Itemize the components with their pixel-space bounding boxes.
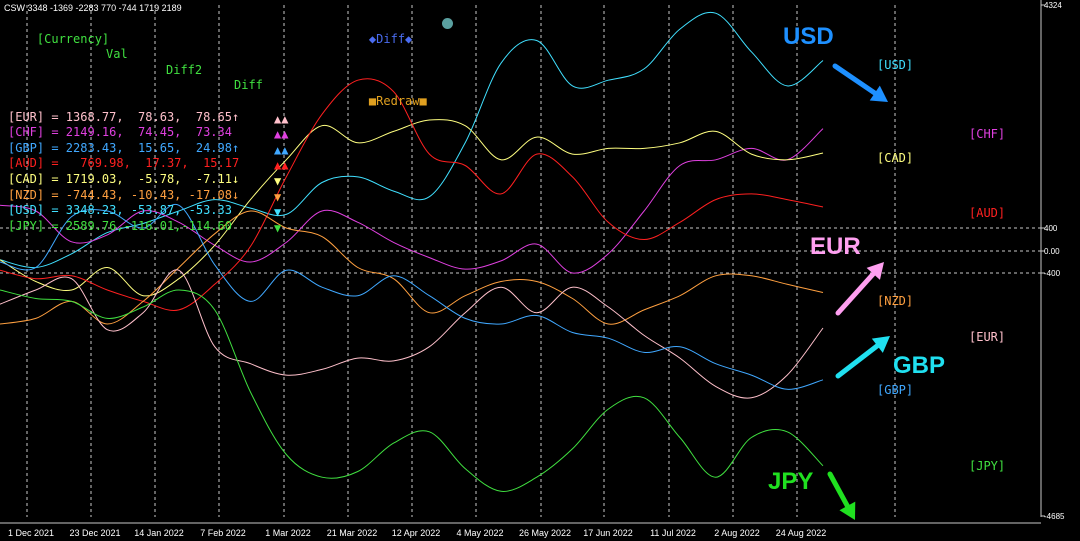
triangle-up-icon: ▲▲ <box>274 111 289 126</box>
annotation-arrow-gbp <box>835 343 880 379</box>
diff-button[interactable]: Diff <box>376 32 405 46</box>
legend-header-val: Val <box>106 47 128 62</box>
triangle-up-icon: ▲▲ <box>274 142 289 157</box>
triangle-down-icon: ▼ <box>274 220 282 235</box>
x-tick-label: 2 Aug 2022 <box>714 528 760 538</box>
right-label-cad: [CAD] <box>877 151 913 165</box>
triangle-down-icon: ▼ <box>274 173 282 188</box>
triangle-down-icon: ▼ <box>274 189 282 204</box>
right-label-gbp: [GBP] <box>877 383 913 397</box>
legend-row-text: [NZD] = -744.43, -10.43, -17.08 <box>8 187 232 202</box>
legend-row-text: [GBP] = 2283.43, 15.65, 24.98 <box>8 140 232 155</box>
overlay-layer: [USD] [CHF] [CAD] [AUD] [NZD] [EUR] [GBP] [JPY]… <box>768 23 1005 520</box>
diff-right-diamond-icon[interactable]: ◆ <box>405 32 412 46</box>
x-tick-label: 7 Feb 2022 <box>200 528 246 538</box>
y-tick-label: 4324 <box>1044 1 1062 10</box>
x-tick-label: 12 Apr 2022 <box>392 528 441 538</box>
x-tick-label: 11 Jul 2022 <box>650 528 696 538</box>
annotation-arrow-eur <box>835 271 876 316</box>
legend-row: [JPY] = 2589.76,-116.01,-114.60 ▼ <box>8 218 281 235</box>
legend-row: [CAD] = 1719.03, -5.78, -7.11↓ ▼ <box>8 171 281 188</box>
legend-row: [EUR] = 1368.77, 78.63, 78.65↑ ▲▲ <box>8 109 288 126</box>
legend-panel: [Currency] Val Diff2 Diff [EUR] = 1368.7… <box>8 16 288 235</box>
annotation-eur: EUR <box>810 233 861 260</box>
legend-row-text: [CAD] = 1719.03, -5.78, -7.11 <box>8 171 232 186</box>
triangle-up-icon: ▲▲ <box>274 127 289 142</box>
legend-row: [NZD] = -744.43, -10.43, -17.08↓ ▼ <box>8 187 281 204</box>
down-arrow-icon: ↓ <box>231 187 240 202</box>
legend-row-text: [CHF] = 2149.16, 74.45, 73.34 <box>8 125 232 140</box>
annotation-arrow-usd <box>832 63 878 96</box>
legend-rows: [EUR] = 1368.77, 78.63, 78.65↑ ▲▲ [CHF] = … <box>8 109 288 235</box>
legend-row-text: [USD] = 3348.23, -53.87, -53.33 <box>8 203 232 218</box>
x-tick-label: 23 Dec 2021 <box>69 528 120 538</box>
right-label-jpy: [JPY] <box>969 459 1005 473</box>
legend-row-text: [JPY] = 2589.76,-116.01,-114.60 <box>8 218 232 233</box>
x-tick-label: 14 Jan 2022 <box>134 528 184 538</box>
legend-header-diff: Diff <box>234 78 263 93</box>
legend-row-text: [AUD] = 769.98, 17.37, 15.17 <box>8 156 240 171</box>
up-arrow-icon: ↑ <box>231 109 240 124</box>
redraw-right-square-icon[interactable]: ■ <box>420 94 427 108</box>
triangle-up-icon: ▲▲ <box>274 158 289 173</box>
right-label-usd: [USD] <box>877 58 913 72</box>
x-tick-label: 26 May 2022 <box>519 528 571 538</box>
annotation-jpy: JPY <box>768 468 813 495</box>
redraw-button[interactable]: Redraw <box>376 94 419 108</box>
right-label-eur: [EUR] <box>969 330 1005 344</box>
x-tick-label: 17 Jun 2022 <box>583 528 633 538</box>
annotation-gbp: GBP <box>893 352 945 379</box>
circle-button[interactable] <box>442 18 453 29</box>
toolbar: ◆Diff◆ ■Redraw■ <box>340 16 453 125</box>
legend-row: [USD] = 3348.23, -53.87, -53.33 ▼ <box>8 203 281 219</box>
legend-row: [AUD] = 769.98, 17.37, 15.17 ▲▲ <box>8 156 288 172</box>
y-tick-label: -4685 <box>1044 512 1065 521</box>
legend-row: [CHF] = 2149.16, 74.45, 73.34 ▲▲ <box>8 125 288 141</box>
y-tick-label: -400 <box>1044 269 1061 278</box>
annotation-arrow-jpy <box>827 471 850 509</box>
right-label-chf: [CHF] <box>969 127 1005 141</box>
legend-row: [GBP] = 2283.43, 15.65, 24.98↑ ▲▲ <box>8 140 288 157</box>
triangle-down-icon: ▼ <box>274 205 282 220</box>
legend-header-diff2: Diff2 <box>166 62 203 77</box>
legend-row-text: [EUR] = 1368.77, 78.63, 78.65 <box>8 109 232 124</box>
legend-header-currency: [Currency] <box>36 31 110 46</box>
annotation-usd: USD <box>783 23 834 50</box>
down-arrow-icon: ↓ <box>231 171 240 186</box>
x-tick-label: 24 Aug 2022 <box>776 528 827 538</box>
x-tick-label: 21 Mar 2022 <box>327 528 378 538</box>
up-arrow-icon: ↑ <box>231 140 240 155</box>
right-label-aud: [AUD] <box>969 206 1005 220</box>
right-label-nzd: [NZD] <box>877 294 913 308</box>
chart-title: CSW 3348 -1369 -2283 770 -744 1719 2189 <box>4 3 182 13</box>
x-tick-label: 1 Mar 2022 <box>265 528 311 538</box>
legend-header: [Currency] Val Diff2 Diff <box>8 16 263 110</box>
x-tick-label: 4 May 2022 <box>456 528 503 538</box>
y-tick-label: 0.00 <box>1044 247 1060 256</box>
y-tick-label: 400 <box>1044 224 1058 233</box>
x-tick-label: 1 Dec 2021 <box>8 528 54 538</box>
